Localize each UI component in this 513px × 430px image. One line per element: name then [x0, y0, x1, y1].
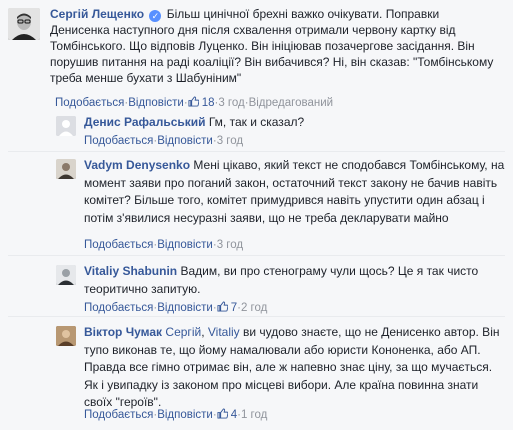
comment-author[interactable]: Vitaliy Shabunin [84, 264, 177, 278]
like-button[interactable]: Подобається [84, 409, 153, 421]
default-profile-icon [56, 116, 76, 136]
reply-button[interactable]: Відповісти [157, 135, 213, 147]
comment-text: Гм, так и сказал? [208, 115, 305, 129]
profile-photo-icon [56, 326, 76, 346]
comment-body: Vitaliy Shabunin Вадим, ви про стенограм… [84, 263, 508, 298]
mention-link[interactable]: Сергій [165, 325, 201, 339]
likes-count[interactable]: 4 [217, 408, 237, 421]
comment-body: Денис Рафальський Гм, так и сказал? [84, 114, 508, 132]
comment-actions: Подобається·Відповісти·3 год [84, 239, 244, 251]
comment-time[interactable]: 3 год [217, 239, 243, 251]
thumbs-up-icon [188, 96, 199, 107]
profile-photo-icon [56, 159, 76, 179]
thumbs-up-icon [217, 408, 228, 419]
thumbs-up-icon [217, 301, 228, 312]
comment-body: Vadym Denysenko Мені цікаво, який текст … [84, 157, 508, 227]
comment-time[interactable]: 2 год [241, 302, 267, 314]
reply-button[interactable]: Відповісти [157, 302, 213, 314]
comment-actions: Подобається·Відповісти· 4·1 год [84, 408, 268, 421]
avatar[interactable] [56, 159, 76, 179]
likes-count[interactable]: 7 [217, 301, 237, 314]
avatar[interactable] [56, 265, 76, 285]
mention-link[interactable]: Vitaliy [208, 325, 240, 339]
like-button[interactable]: Подобається [55, 97, 124, 109]
avatar[interactable] [56, 326, 76, 346]
like-button[interactable]: Подобається [84, 239, 153, 251]
comment-time[interactable]: 3 год [218, 97, 244, 109]
divider [8, 255, 505, 256]
comment-actions: Подобається·Відповісти· 7·2 год [84, 301, 268, 314]
reply-button[interactable]: Відповісти [157, 239, 213, 251]
comment-thread: Сергій Лещенко ✓ Більш цинічної брехні в… [0, 0, 513, 430]
comment-time[interactable]: 1 год [241, 409, 267, 421]
comment-time[interactable]: 3 год [217, 135, 243, 147]
like-button[interactable]: Подобається [84, 302, 153, 314]
avatar[interactable] [56, 116, 76, 136]
comment-body: Віктор Чумак Сергій, Vitaliy ви чудово з… [84, 325, 500, 409]
avatar[interactable] [8, 8, 40, 40]
like-button[interactable]: Подобається [84, 135, 153, 147]
comment-author[interactable]: Денис Рафальський [84, 115, 206, 129]
profile-photo-icon [56, 265, 76, 285]
comment-author[interactable]: Vadym Denysenko [84, 158, 190, 172]
edited-label[interactable]: Відредагований [249, 97, 334, 109]
likes-count[interactable]: 18 [188, 96, 215, 109]
comment-author[interactable]: Сергій Лещенко [50, 7, 144, 21]
divider [8, 151, 505, 152]
comment-actions: Подобається·Відповісти·3 год [84, 135, 244, 147]
profile-photo-icon [8, 8, 40, 40]
reply-button[interactable]: Відповісти [157, 409, 213, 421]
verified-badge-icon: ✓ [149, 10, 162, 22]
comment-actions: Подобається·Відповісти· 18·3 год·Відредаг… [55, 96, 334, 109]
divider [8, 316, 505, 317]
comment-author[interactable]: Віктор Чумак [84, 325, 162, 339]
comment-body: Сергій Лещенко ✓ Більш цинічної брехні в… [50, 6, 502, 86]
reply-button[interactable]: Відповісти [128, 97, 184, 109]
